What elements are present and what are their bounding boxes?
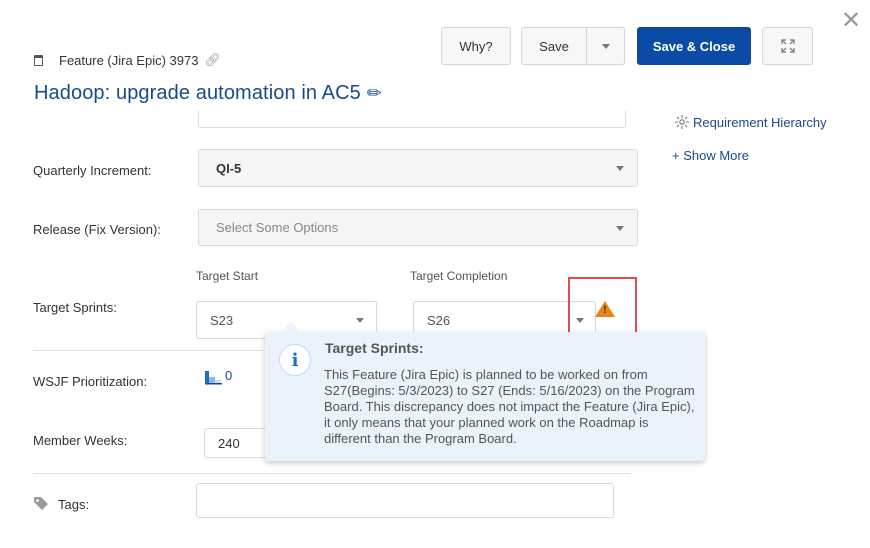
expand-icon	[780, 39, 795, 53]
item-type-line: Feature (Jira Epic) 3973 🔗︎	[34, 51, 221, 69]
wsjf-chart-icon[interactable]	[204, 369, 222, 385]
page-title-text: Hadoop: upgrade automation in AC5	[34, 82, 361, 104]
target-start-value: S23	[210, 312, 234, 328]
expand-button[interactable]	[762, 27, 813, 65]
close-icon[interactable]: ✕	[838, 8, 864, 34]
save-close-button[interactable]: Save & Close	[637, 27, 751, 65]
page-title: Hadoop: upgrade automation in AC5 ✏︎	[34, 82, 382, 105]
chevron-down-icon	[616, 225, 624, 231]
quarterly-increment-select[interactable]: QI-5	[198, 149, 638, 187]
show-more-link[interactable]: + Show More	[672, 148, 749, 163]
previous-field-input[interactable]	[198, 110, 626, 128]
quarterly-increment-label: Quarterly Increment:	[33, 163, 152, 178]
tags-input[interactable]	[196, 483, 614, 518]
release-label: Release (Fix Version):	[33, 222, 161, 237]
tooltip-body: This Feature (Jira Epic) is planned to b…	[324, 367, 695, 446]
why-button[interactable]: Why?	[441, 27, 511, 65]
divider	[33, 350, 263, 351]
tags-label: Tags:	[58, 497, 90, 512]
target-sprints-label: Target Sprints:	[33, 300, 117, 315]
quarterly-increment-value: QI-5	[216, 160, 242, 176]
chevron-down-icon	[601, 43, 610, 49]
pencil-icon[interactable]: ✏︎	[367, 83, 382, 104]
wsjf-value[interactable]: 0	[225, 368, 232, 383]
release-placeholder: Select Some Options	[216, 220, 339, 235]
target-completion-label: Target Completion	[410, 269, 508, 283]
release-select[interactable]: Select Some Options	[198, 209, 638, 246]
tooltip-title: Target Sprints:	[325, 340, 424, 356]
info-icon: i	[279, 344, 311, 376]
wsjf-label: WSJF Prioritization:	[33, 374, 148, 389]
target-start-label: Target Start	[196, 269, 259, 283]
warning-icon-mark: !	[603, 304, 607, 316]
requirement-hierarchy-label: Requirement Hierarchy	[693, 114, 827, 130]
document-icon	[34, 54, 43, 66]
link-icon[interactable]: 🔗︎	[204, 52, 221, 68]
requirement-hierarchy-link[interactable]: Requirement Hierarchy	[673, 114, 827, 130]
member-weeks-label: Member Weeks:	[33, 433, 128, 448]
divider	[33, 473, 631, 474]
target-completion-value: S26	[427, 312, 451, 328]
item-type-label: Feature (Jira Epic) 3973	[59, 52, 199, 68]
hierarchy-icon	[675, 115, 689, 129]
chevron-down-icon	[356, 318, 364, 323]
member-weeks-value: 240	[218, 435, 240, 451]
chevron-down-icon	[616, 166, 624, 171]
tag-icon	[34, 497, 48, 510]
save-button[interactable]: Save	[521, 27, 587, 65]
save-options-button[interactable]	[587, 27, 625, 65]
tooltip-arrow	[281, 322, 301, 333]
